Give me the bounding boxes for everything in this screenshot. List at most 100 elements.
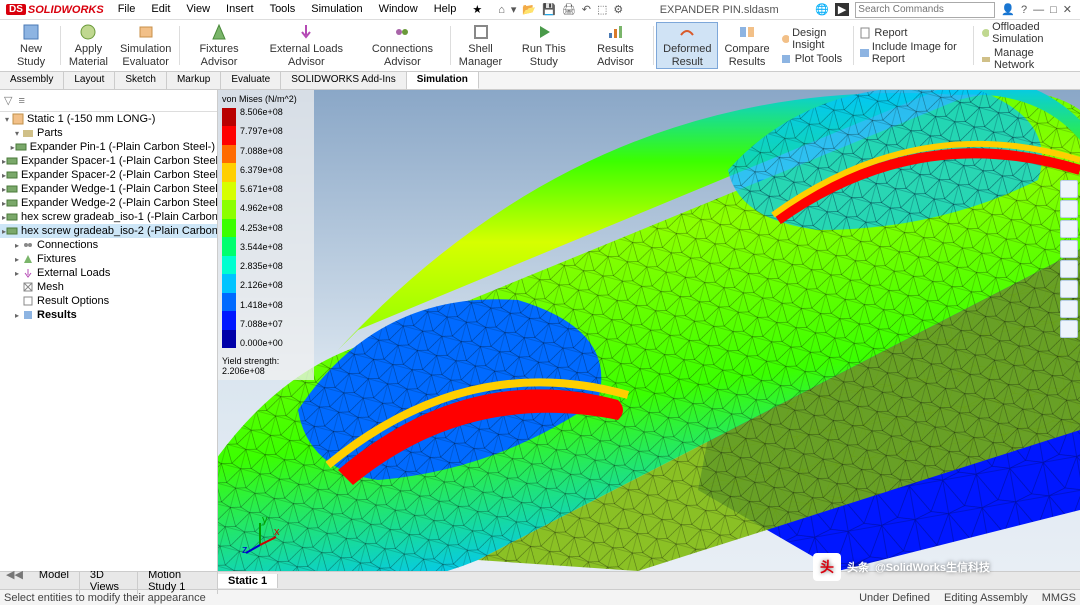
cm-tab-solidworks-add-ins[interactable]: SOLIDWORKS Add-Ins: [281, 72, 406, 89]
menu-help[interactable]: Help: [426, 1, 465, 18]
3dviews-tab[interactable]: 3D Views: [80, 568, 138, 594]
parts-node[interactable]: ▾Parts: [0, 126, 217, 140]
manage-network-button[interactable]: Manage Network: [980, 47, 1072, 71]
status-editing: Editing Assembly: [944, 592, 1028, 604]
taskpane-library-icon[interactable]: [1060, 220, 1078, 238]
view-triad[interactable]: y x z: [240, 515, 280, 555]
close-icon[interactable]: ✕: [1063, 3, 1072, 16]
command-manager-tabs: AssemblyLayoutSketchMarkupEvaluateSOLIDW…: [0, 72, 1080, 90]
cm-tab-assembly[interactable]: Assembly: [0, 72, 64, 89]
taskpane-appearance-icon[interactable]: [1060, 280, 1078, 298]
cm-tab-evaluate[interactable]: Evaluate: [221, 72, 281, 89]
result-legend: von Mises (N/m^2) 8.506e+087.797e+087.08…: [218, 90, 314, 380]
cm-tab-sketch[interactable]: Sketch: [115, 72, 167, 89]
apply-material-button[interactable]: Apply Material: [63, 22, 114, 69]
menu-tools[interactable]: Tools: [262, 1, 304, 18]
part-item[interactable]: ▸Expander Pin-1 (-Plain Carbon Steel-): [0, 140, 217, 154]
taskpane-home-icon[interactable]: [1060, 180, 1078, 198]
help-icon[interactable]: ?: [1021, 4, 1027, 16]
part-item[interactable]: ▸Expander Spacer-2 (-Plain Carbon Steel-…: [0, 168, 217, 182]
cm-tab-markup[interactable]: Markup: [167, 72, 221, 89]
connections-advisor-button[interactable]: Connections Advisor: [357, 22, 448, 69]
print-icon[interactable]: 🖨: [562, 3, 576, 16]
offloaded-simulation-button[interactable]: Offloaded Simulation: [980, 21, 1072, 45]
simulation-tree: ▾Static 1 (-150 mm LONG-) ▾Parts ▸Expand…: [0, 112, 217, 571]
maximize-icon[interactable]: □: [1050, 4, 1057, 16]
taskpane-forum-icon[interactable]: [1060, 320, 1078, 338]
plot-tools-button[interactable]: Plot Tools: [780, 53, 847, 65]
watermark-prefix: 头条: [847, 559, 869, 575]
static-study-tab[interactable]: Static 1: [218, 574, 278, 588]
task-pane: [1060, 180, 1080, 338]
legend-title: von Mises (N/m^2): [222, 94, 310, 104]
user-icon[interactable]: 👤: [1001, 3, 1015, 16]
svg-text:y: y: [262, 515, 268, 526]
design-insight-button[interactable]: Design Insight: [780, 27, 847, 51]
taskpane-properties-icon[interactable]: [1060, 300, 1078, 318]
report-button[interactable]: Report: [859, 27, 966, 39]
compare-results-button[interactable]: Compare Results: [718, 22, 775, 69]
shell-manager-button[interactable]: Shell Manager: [453, 22, 508, 69]
part-item[interactable]: ▸Expander Wedge-2 (-Plain Carbon Steel-): [0, 196, 217, 210]
tree-display-icon[interactable]: ≡: [18, 95, 24, 107]
menu-view[interactable]: View: [178, 1, 218, 18]
minimize-icon[interactable]: —: [1033, 4, 1044, 16]
motion-study-tab[interactable]: Motion Study 1: [138, 568, 218, 594]
status-bar: Select entities to modify their appearan…: [0, 589, 1080, 605]
feature-manager-panel: ▽ ≡ ▾Static 1 (-150 mm LONG-) ▾Parts ▸Ex…: [0, 90, 218, 571]
legend-value: 7.088e+08: [240, 147, 283, 156]
gear-icon[interactable]: ⚙: [613, 3, 623, 16]
part-item[interactable]: ▸hex screw gradeab_iso-1 (-Plain Carbon …: [0, 210, 217, 224]
graphics-viewport[interactable]: von Mises (N/m^2) 8.506e+087.797e+087.08…: [218, 90, 1080, 571]
external-loads-advisor-button[interactable]: External Loads Advisor: [256, 22, 357, 69]
run-study-button[interactable]: Run This Study: [508, 22, 579, 69]
search-commands-input[interactable]: [855, 2, 995, 18]
taskpane-view-icon[interactable]: [1060, 260, 1078, 278]
mesh-node[interactable]: Mesh: [0, 280, 217, 294]
cm-tab-simulation[interactable]: Simulation: [407, 72, 479, 89]
taskpane-resources-icon[interactable]: [1060, 200, 1078, 218]
results-node[interactable]: ▸Results: [0, 308, 217, 322]
menu-simulation[interactable]: Simulation: [303, 1, 370, 18]
deformed-result-button[interactable]: Deformed Result: [656, 22, 718, 69]
menu-insert[interactable]: Insert: [218, 1, 262, 18]
status-message: Select entities to modify their appearan…: [4, 592, 206, 604]
filter-icon[interactable]: ▽: [4, 94, 12, 107]
menu-edit[interactable]: Edit: [143, 1, 178, 18]
menu-star-icon[interactable]: ★: [464, 1, 490, 18]
globe-icon[interactable]: 🌐: [815, 3, 829, 16]
study-node[interactable]: ▾Static 1 (-150 mm LONG-): [0, 112, 217, 126]
new-study-button[interactable]: New Study: [4, 22, 58, 69]
svg-text:x: x: [274, 526, 280, 538]
include-image-button[interactable]: Include Image for Report: [859, 41, 966, 65]
document-title: EXPANDER PIN.sldasm: [631, 4, 807, 16]
external-loads-node[interactable]: ▸External Loads: [0, 266, 217, 280]
model-tab[interactable]: Model: [29, 568, 80, 594]
taskpane-explorer-icon[interactable]: [1060, 240, 1078, 258]
part-item[interactable]: ▸Expander Wedge-1 (-Plain Carbon Steel-): [0, 182, 217, 196]
simulation-evaluator-button[interactable]: Simulation Evaluator: [114, 22, 177, 69]
tabs-nav-left-icon[interactable]: ◀◀: [0, 568, 29, 594]
menu-window[interactable]: Window: [371, 1, 426, 18]
home-icon[interactable]: ⌂: [498, 4, 505, 16]
watermark-text: @SolidWorks生信科技: [875, 559, 990, 575]
results-advisor-button[interactable]: Results Advisor: [579, 22, 651, 69]
legend-value: 7.088e+07: [240, 320, 283, 329]
select-icon[interactable]: ⬚: [597, 3, 607, 16]
menu-file[interactable]: File: [110, 1, 144, 18]
cm-tab-layout[interactable]: Layout: [64, 72, 115, 89]
legend-value: 2.126e+08: [240, 281, 283, 290]
part-item[interactable]: ▸Expander Spacer-1 (-Plain Carbon Steel-…: [0, 154, 217, 168]
dropdown-icon[interactable]: ▾: [511, 3, 517, 16]
fixtures-advisor-button[interactable]: Fixtures Advisor: [182, 22, 256, 69]
save-icon[interactable]: 💾: [542, 3, 556, 16]
part-item[interactable]: ▸hex screw gradeab_iso-2 (-Plain Carbon …: [0, 224, 217, 238]
legend-value: 2.835e+08: [240, 262, 283, 271]
fixtures-node[interactable]: ▸Fixtures: [0, 252, 217, 266]
ribbon-toolbar: New Study Apply Material Simulation Eval…: [0, 20, 1080, 72]
open-icon[interactable]: 📂: [522, 3, 536, 16]
connections-node[interactable]: ▸Connections: [0, 238, 217, 252]
legend-value: 3.544e+08: [240, 243, 283, 252]
undo-icon[interactable]: ↶: [582, 3, 591, 16]
result-options-node[interactable]: Result Options: [0, 294, 217, 308]
